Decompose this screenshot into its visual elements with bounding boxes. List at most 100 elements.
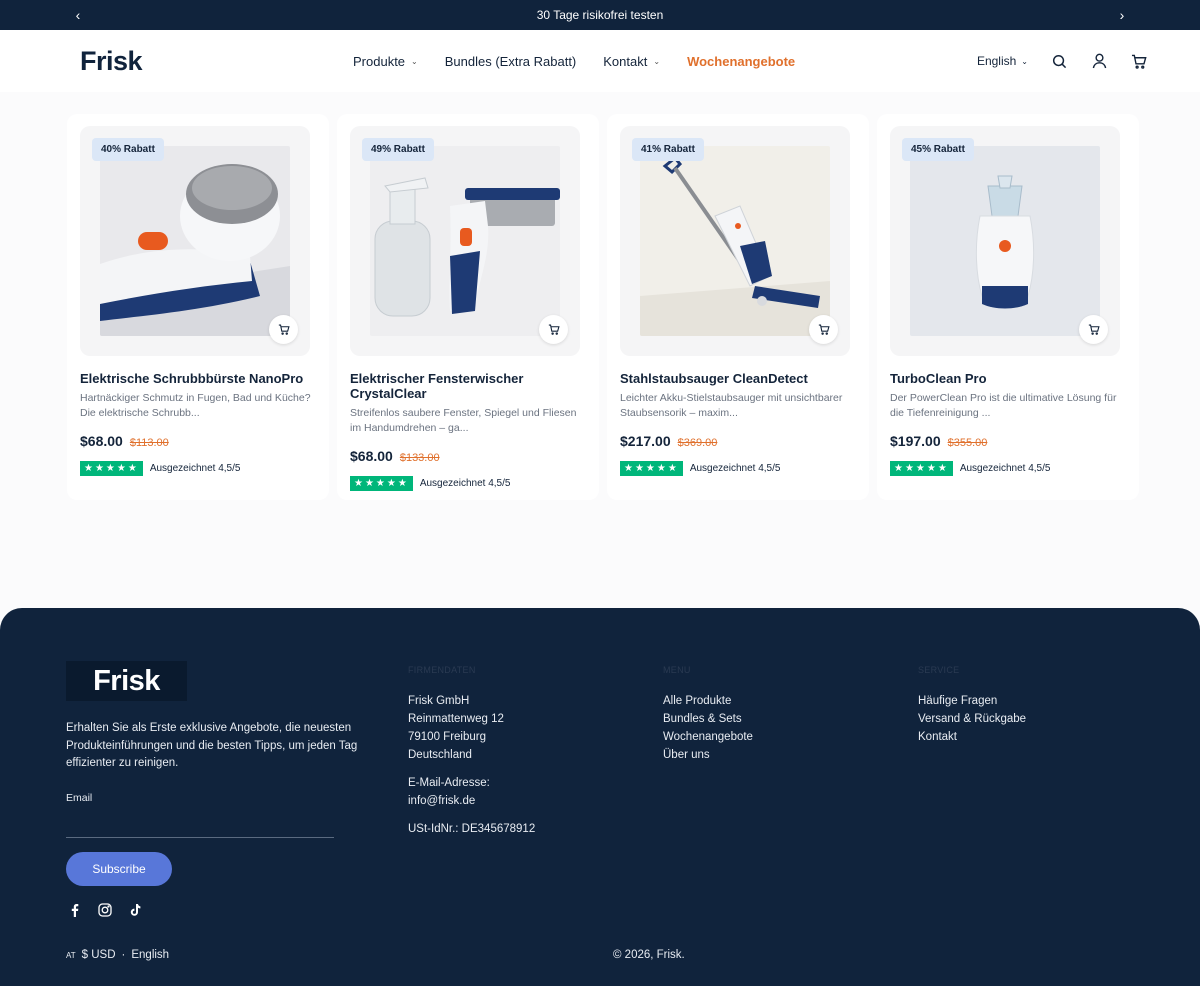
footer-link-about[interactable]: Über uns (663, 746, 753, 764)
announcement-next-button[interactable]: › (1116, 7, 1128, 23)
locale-selector[interactable]: AT $ USD · English (66, 949, 169, 961)
product-rating: ★★★★★ Ausgezeichnet 4,5/5 (350, 476, 586, 491)
product-grid: 40% Rabatt Elektrische Schrubbbürste Nan… (67, 114, 1139, 500)
nav-item-produkte[interactable]: Produkte ⌄ (353, 54, 418, 69)
footer-logo[interactable]: Frisk (66, 661, 187, 701)
product-card[interactable]: 49% Rabatt Elektrischer Fensterwischer C… (337, 114, 599, 500)
product-image-wrap[interactable]: 45% Rabatt (890, 126, 1120, 356)
footer-link-shipping-returns[interactable]: Versand & Rückgabe (918, 710, 1026, 728)
footer-link-weekly-deals[interactable]: Wochenangebote (663, 728, 753, 746)
nav-item-bundles[interactable]: Bundles (Extra Rabatt) (445, 54, 577, 69)
account-icon[interactable] (1090, 52, 1108, 70)
product-title[interactable]: TurboClean Pro (890, 371, 1126, 386)
announcement-text: 30 Tage risikofrei testen (536, 8, 664, 22)
rating-text: Ausgezeichnet 4,5/5 (419, 478, 511, 489)
nav-label: Wochenangebote (687, 53, 796, 69)
discount-badge: 41% Rabatt (632, 138, 704, 161)
product-image-stick-vacuum (640, 146, 830, 336)
tiktok-icon[interactable] (128, 903, 142, 917)
product-prices: $68.00 $113.00 (80, 433, 316, 449)
product-description: Streifenlos saubere Fenster, Spiegel und… (350, 407, 577, 434)
search-icon[interactable] (1050, 52, 1068, 70)
discount-badge: 40% Rabatt (92, 138, 164, 161)
footer-column-service: SERVICE Häufige Fragen Versand & Rückgab… (918, 661, 1026, 746)
language-selector[interactable]: English ⌄ (977, 54, 1028, 68)
currency-label: $ USD (81, 949, 116, 961)
nav-label: Bundles (Extra Rabatt) (444, 53, 577, 69)
rating-text: Ausgezeichnet 4,5/5 (959, 463, 1051, 474)
product-price: $68.00 (350, 448, 393, 464)
product-description: Hartnäckiger Schmutz in Fugen, Bad und K… (80, 392, 311, 419)
cart-icon (1088, 324, 1100, 335)
product-price: $217.00 (620, 433, 671, 449)
product-old-price: $113.00 (129, 437, 169, 449)
site-logo[interactable]: Frisk (80, 46, 143, 77)
cart-icon (818, 324, 830, 335)
subscribe-button[interactable]: Subscribe (66, 852, 172, 886)
product-rating: ★★★★★ Ausgezeichnet 4,5/5 (890, 461, 1126, 476)
discount-badge: 45% Rabatt (902, 138, 974, 161)
locale-separator: · (121, 949, 126, 961)
add-to-cart-button[interactable] (809, 315, 838, 344)
footer-tagline: Erhalten Sie als Erste exklusive Angebot… (66, 722, 358, 769)
product-title[interactable]: Stahlstaubsauger CleanDetect (620, 371, 856, 386)
nav-item-wochenangebote[interactable]: Wochenangebote (687, 54, 795, 69)
announcement-prev-button[interactable]: ‹ (72, 7, 84, 23)
product-image-wrap[interactable]: 41% Rabatt (620, 126, 850, 356)
add-to-cart-button[interactable] (539, 315, 568, 344)
country-code: AT (66, 951, 76, 960)
announcement-bar: ‹ 30 Tage risikofrei testen › (0, 0, 1200, 30)
site-footer: Frisk Erhalten Sie als Erste exklusive A… (0, 608, 1200, 986)
company-name: Frisk GmbH (408, 695, 470, 707)
footer-heading: MENU (663, 665, 691, 675)
product-title[interactable]: Elektrische Schrubbbürste NanoPro (80, 371, 316, 386)
instagram-icon[interactable] (98, 903, 112, 917)
add-to-cart-button[interactable] (269, 315, 298, 344)
header-actions: English ⌄ (977, 52, 1148, 70)
company-street: Reinmattenweg 12 (408, 713, 504, 725)
product-price: $68.00 (80, 433, 123, 449)
product-card[interactable]: 41% Rabatt Stahlstaubsauger CleanDetect … (607, 114, 869, 500)
product-card[interactable]: 40% Rabatt Elektrische Schrubbbürste Nan… (67, 114, 329, 500)
product-image-wrap[interactable]: 49% Rabatt (350, 126, 580, 356)
product-prices: $197.00 $355.00 (890, 433, 1126, 449)
footer-heading: FIRMENDATEN (408, 665, 476, 675)
company-city: 79100 Freiburg (408, 731, 486, 743)
footer-heading: SERVICE (918, 665, 960, 675)
language-label: English (976, 54, 1017, 68)
product-prices: $217.00 $369.00 (620, 433, 856, 449)
cart-icon (548, 324, 560, 335)
footer-link-faq[interactable]: Häufige Fragen (918, 692, 1026, 710)
discount-badge: 49% Rabatt (362, 138, 434, 161)
email-field[interactable] (66, 837, 334, 838)
copyright: © 2026, Frisk. (613, 949, 685, 961)
footer-column-menu: MENU Alle Produkte Bundles & Sets Wochen… (663, 661, 753, 764)
product-image-steam-cleaner (910, 146, 1100, 336)
product-description: Der PowerClean Pro ist die ultimative Lö… (890, 392, 1117, 419)
email-address-label: E-Mail-Adresse: (408, 777, 490, 789)
email-field-label: Email (66, 792, 93, 804)
footer-link-all-products[interactable]: Alle Produkte (663, 692, 753, 710)
product-price: $197.00 (890, 433, 941, 449)
cart-icon[interactable] (1130, 52, 1148, 70)
nav-item-kontakt[interactable]: Kontakt ⌄ (603, 54, 660, 69)
footer-link-bundles[interactable]: Bundles & Sets (663, 710, 753, 728)
product-old-price: $369.00 (677, 437, 718, 449)
chevron-down-icon: ⌄ (653, 56, 661, 66)
add-to-cart-button[interactable] (1079, 315, 1108, 344)
social-links (68, 903, 142, 917)
product-rating: ★★★★★ Ausgezeichnet 4,5/5 (80, 461, 316, 476)
vat-id: USt-IdNr.: DE345678912 (408, 823, 536, 835)
site-header: Frisk Produkte ⌄ Bundles (Extra Rabatt) … (0, 30, 1200, 92)
facebook-icon[interactable] (68, 903, 82, 917)
product-title[interactable]: Elektrischer Fensterwischer CrystalClear (350, 371, 586, 401)
product-card[interactable]: 45% Rabatt TurboClean Pro Der PowerClean… (877, 114, 1139, 500)
email-address-link[interactable]: info@frisk.de (408, 792, 535, 810)
product-image-window-wiper (370, 146, 560, 336)
product-image-wrap[interactable]: 40% Rabatt (80, 126, 310, 356)
footer-link-contact[interactable]: Kontakt (918, 728, 1026, 746)
product-old-price: $133.00 (399, 452, 440, 464)
chevron-down-icon: ⌄ (1021, 56, 1028, 66)
product-prices: $68.00 $133.00 (350, 448, 586, 464)
rating-stars: ★★★★★ (350, 476, 413, 491)
